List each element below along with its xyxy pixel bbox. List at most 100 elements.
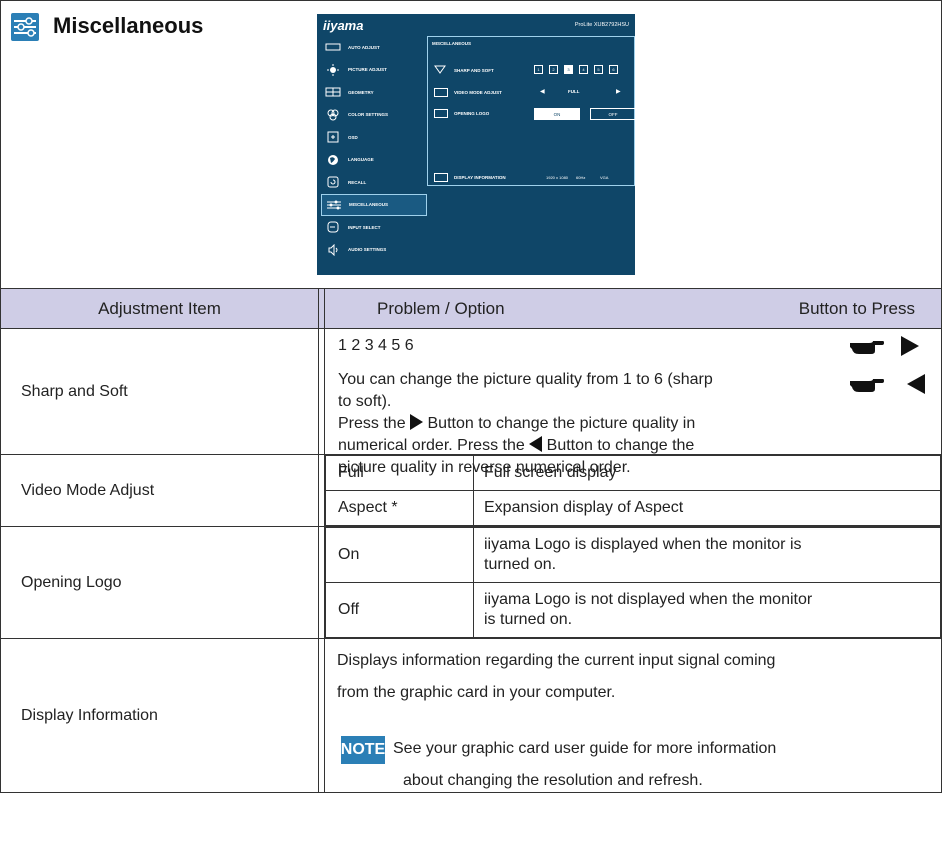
osd-screenshot: iiyama ProLite XUB2792HSU AUTO ADJUST PI… bbox=[317, 14, 636, 275]
osd-icon bbox=[324, 131, 342, 143]
recall-icon bbox=[324, 176, 342, 188]
header-adjustment-item: Adjustment Item bbox=[0, 288, 319, 329]
right-arrow-icon bbox=[901, 336, 919, 356]
info-text-line: from the graphic card in your computer. bbox=[337, 684, 616, 701]
table-row-sharp-soft: Sharp and Soft 1 2 3 4 5 6 You can chang… bbox=[0, 328, 942, 476]
model-name: ProLite XUB2792HSU bbox=[574, 22, 629, 28]
info-text: Displays information regarding the curre… bbox=[337, 645, 927, 709]
input-select-icon bbox=[324, 221, 342, 233]
globe-icon bbox=[324, 154, 342, 166]
osd-menu-label: RECALL bbox=[348, 179, 367, 185]
note-text: See your graphic card user guide for mor… bbox=[393, 733, 942, 797]
option-desc: iiyama Logo is displayed when the monito… bbox=[473, 527, 941, 583]
sharp-desc-line: numerical order. Press the Button to cha… bbox=[338, 435, 694, 457]
sharp-desc-text: Button to change the picture quality in bbox=[427, 415, 696, 432]
item-label: Video Mode Adjust bbox=[0, 454, 319, 527]
option-name: On bbox=[325, 527, 474, 583]
osd-sharp-value-selected[interactable]: 3 bbox=[564, 65, 573, 74]
sharp-desc-line: You can change the picture quality from … bbox=[338, 371, 713, 388]
option-name: Aspect * bbox=[325, 490, 474, 526]
color-settings-icon bbox=[324, 109, 342, 121]
osd-info-input: VGA bbox=[600, 175, 609, 180]
sharp-desc-line: to soft). bbox=[338, 393, 392, 410]
osd-row-label: DISPLAY INFORMATION bbox=[454, 175, 506, 180]
info-icon bbox=[434, 173, 448, 182]
right-arrow-icon bbox=[410, 414, 424, 430]
osd-menu-item-input-select[interactable]: INPUT SELECT bbox=[321, 216, 427, 239]
osd-row-info[interactable]: DISPLAY INFORMATION bbox=[434, 173, 506, 182]
osd-row-logo[interactable]: OPENING LOGO bbox=[434, 109, 489, 118]
table-row-display-information: Display Information Displays information… bbox=[0, 638, 942, 793]
osd-menu-label: MISCELLANEOUS bbox=[349, 202, 389, 208]
pointing-hand-icon bbox=[850, 341, 884, 354]
option-desc: Expansion display of Aspect bbox=[473, 490, 941, 526]
osd-row-sharp[interactable]: SHARP AND SOFT bbox=[434, 65, 494, 75]
option-desc-line: iiyama Logo is displayed when the monito… bbox=[484, 536, 802, 553]
sharp-desc-line: Press the Button to change the picture q… bbox=[338, 413, 695, 435]
osd-row-label: OPENING LOGO bbox=[454, 111, 490, 116]
osd-logo-off-button[interactable]: OFF bbox=[590, 108, 636, 120]
osd-menu-item-language[interactable]: LANGUAGE bbox=[321, 149, 427, 172]
osd-menu-item-picture-adjust[interactable]: PICTURE ADJUST bbox=[321, 59, 427, 82]
header-option-cell: Problem / Option Button to Press bbox=[324, 288, 942, 329]
osd-row-video[interactable]: VIDEO MODE ADJUST bbox=[434, 88, 502, 97]
osd-sharp-value[interactable]: 4 bbox=[579, 65, 588, 74]
display-info-detail: Displays information regarding the curre… bbox=[324, 638, 942, 793]
osd-sharp-value[interactable]: 2 bbox=[549, 65, 558, 74]
osd-menu-item-auto-adjust[interactable]: AUTO ADJUST bbox=[321, 36, 427, 59]
osd-menu-item-osd[interactable]: OSD bbox=[321, 126, 427, 149]
sharp-desc-text: numerical order. Press the bbox=[338, 437, 525, 454]
note-text-line: about changing the resolution and refres… bbox=[403, 772, 703, 789]
osd-sharp-values: 1 2 3 4 5 6 bbox=[534, 65, 634, 74]
sharp-desc-text: Press the bbox=[338, 415, 406, 432]
osd-menu: AUTO ADJUST PICTURE ADJUST GEOMETRY COLO… bbox=[321, 36, 427, 261]
option-desc: iiyama Logo is not displayed when the mo… bbox=[473, 582, 941, 638]
table-row-opening-logo: Opening Logo On iiyama Logo is displayed… bbox=[0, 526, 942, 639]
left-arrow-icon bbox=[907, 374, 925, 394]
osd-menu-label: COLOR SETTINGS bbox=[348, 112, 389, 118]
osd-menu-item-geometry[interactable]: GEOMETRY bbox=[321, 81, 427, 104]
brand-logo: iiyama bbox=[323, 18, 364, 33]
sliders-icon bbox=[325, 199, 343, 211]
page-title: Miscellaneous bbox=[53, 13, 204, 38]
osd-menu-label: AUDIO SETTINGS bbox=[348, 247, 387, 253]
auto-adjust-icon bbox=[324, 41, 342, 53]
options-subtable: On iiyama Logo is displayed when the mon… bbox=[325, 527, 941, 638]
sharp-values-line: 1 2 3 4 5 6 bbox=[338, 337, 414, 354]
arrow-left-icon[interactable]: ◀ bbox=[540, 88, 545, 95]
osd-menu-label: GEOMETRY bbox=[348, 89, 374, 95]
note-text-line: See your graphic card user guide for mor… bbox=[393, 740, 777, 757]
sharp-desc-text: Button to change the bbox=[546, 437, 695, 454]
option-row: Aspect * Expansion display of Aspect bbox=[325, 490, 941, 526]
osd-menu-label: OSD bbox=[348, 134, 358, 140]
info-text-line: Displays information regarding the curre… bbox=[337, 652, 776, 669]
item-label: Sharp and Soft bbox=[0, 328, 319, 455]
left-arrow-icon bbox=[529, 436, 543, 452]
osd-menu-label: AUTO ADJUST bbox=[348, 44, 380, 50]
header-problem-option: Problem / Option bbox=[377, 298, 505, 318]
table-header-row: Adjustment Item Problem / Option Button … bbox=[0, 288, 942, 329]
osd-menu-item-recall[interactable]: RECALL bbox=[321, 171, 427, 194]
osd-logo-on-button[interactable]: ON bbox=[534, 108, 580, 120]
osd-menu-item-color-settings[interactable]: COLOR SETTINGS bbox=[321, 104, 427, 127]
osd-sharp-value[interactable]: 1 bbox=[534, 65, 543, 74]
osd-menu-item-miscellaneous[interactable]: MISCELLANEOUS bbox=[321, 193, 427, 216]
osd-video-value: FULL bbox=[568, 89, 580, 94]
logo-icon bbox=[434, 109, 448, 118]
opening-logo-options: On iiyama Logo is displayed when the mon… bbox=[324, 526, 942, 639]
osd-info-resolution: 1920 x 1080 bbox=[546, 175, 569, 180]
osd-sharp-value[interactable]: 6 bbox=[609, 65, 618, 74]
picture-adjust-icon bbox=[324, 63, 342, 76]
osd-menu-label: INPUT SELECT bbox=[348, 224, 381, 230]
sharp-desc-line: picture quality in reverse numerical ord… bbox=[338, 459, 631, 476]
osd-menu-item-audio-settings[interactable]: AUDIO SETTINGS bbox=[321, 239, 427, 262]
osd-sharp-value[interactable]: 5 bbox=[594, 65, 603, 74]
arrow-right-icon[interactable]: ▶ bbox=[616, 88, 621, 95]
header-button-to-press: Button to Press bbox=[798, 299, 915, 318]
option-row: On iiyama Logo is displayed when the mon… bbox=[325, 527, 941, 583]
speaker-icon bbox=[324, 243, 342, 256]
sliders-icon bbox=[11, 13, 39, 41]
osd-panel-title: MISCELLANEOUS bbox=[432, 41, 472, 46]
osd-menu-label: PICTURE ADJUST bbox=[348, 67, 387, 73]
geometry-icon bbox=[324, 86, 342, 98]
